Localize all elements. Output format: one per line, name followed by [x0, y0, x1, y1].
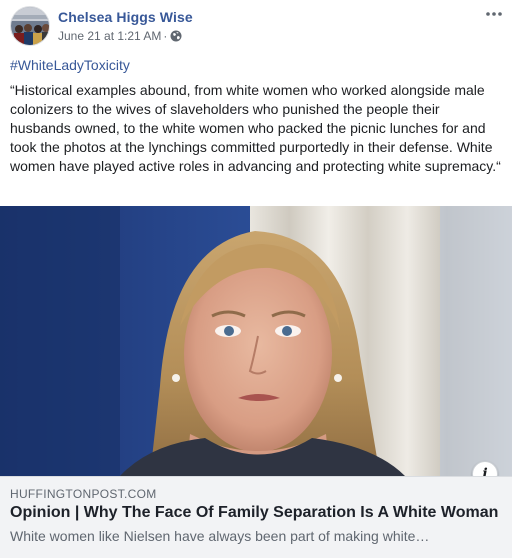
post-text: “Historical examples abound, from white … [10, 82, 501, 174]
link-preview[interactable]: HUFFINGTONPOST.COM Opinion | Why The Fac… [0, 476, 512, 558]
portrait-photo [0, 206, 512, 476]
more-options-icon[interactable] [485, 8, 503, 20]
post-meta: June 21 at 1:21 AM · [58, 29, 182, 43]
link-domain: HUFFINGTONPOST.COM [10, 487, 157, 501]
author-name[interactable]: Chelsea Higgs Wise [58, 9, 193, 25]
avatar[interactable] [10, 6, 50, 46]
post-timestamp[interactable]: June 21 at 1:21 AM [58, 29, 161, 43]
link-preview-image[interactable] [0, 206, 512, 476]
link-description: White women like Nielsen have always bee… [10, 528, 430, 544]
avatar-image [11, 7, 49, 45]
globe-icon[interactable] [170, 30, 182, 42]
hashtag-link[interactable]: #WhiteLadyToxicity [10, 57, 130, 73]
facebook-post: Chelsea Higgs Wise June 21 at 1:21 AM · … [0, 0, 512, 558]
meta-separator: · [163, 29, 168, 43]
link-title[interactable]: Opinion | Why The Face Of Family Separat… [10, 504, 498, 522]
